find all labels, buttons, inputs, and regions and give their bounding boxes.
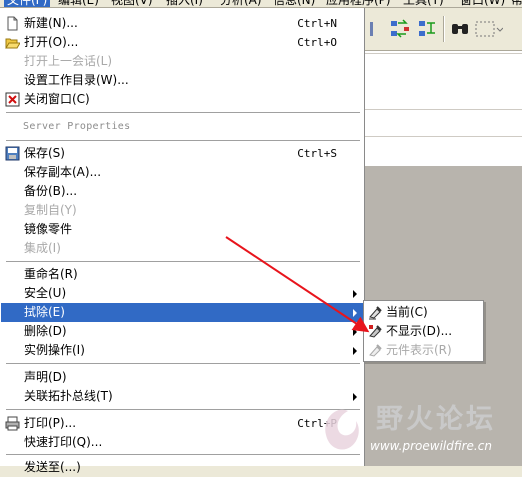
menu-item-label: 设置工作目录(W)... — [24, 73, 129, 87]
menu-file[interactable]: 文件(F) — [4, 0, 51, 7]
menu-item-shortcut: Ctrl+S — [297, 147, 337, 160]
menu-info[interactable]: 信息(N) — [273, 0, 315, 7]
menu-item-label: 保存(S) — [24, 146, 65, 160]
menu-item-label: 拭除(E) — [24, 305, 65, 319]
menu-item-label: 备份(B)... — [24, 184, 78, 198]
menu-item-label: 关闭窗口(C) — [24, 92, 90, 106]
watermark-logo-icon — [325, 409, 359, 450]
menu-item-send-to[interactable]: 发送至(...) — [1, 458, 363, 477]
save-disk-icon — [5, 146, 20, 161]
close-window-icon — [5, 92, 20, 107]
menu-item-quick-print[interactable]: 快速打印(Q)... — [1, 433, 363, 452]
menu-help[interactable]: 帮 — [511, 0, 522, 7]
menu-bar: 文件(F) 编辑(E) 视图(V) 插入(I) 分析(A) 信息(N) 应用程序… — [0, 0, 522, 8]
menu-item-save-copy[interactable]: 保存副本(A)... — [1, 163, 363, 182]
menu-item-label: 安全(U) — [24, 286, 67, 300]
menu-item-save[interactable]: 保存(S) Ctrl+S — [1, 144, 363, 163]
menu-analysis[interactable]: 分析(A) — [220, 0, 262, 7]
toolbar — [365, 8, 522, 51]
erase-not-displayed-icon — [368, 324, 383, 339]
menu-insert[interactable]: 插入(I) — [166, 0, 203, 7]
menu-item-label: 快速打印(Q)... — [24, 435, 103, 449]
section-heading-server-properties: Server Properties — [23, 121, 131, 132]
file-menu: 新建(N)... Ctrl+N 打开(O)... Ctrl+O 打开上一会话(L… — [0, 8, 365, 474]
watermark-url: www.proewildfire.cn — [370, 439, 492, 453]
submenu-arrow-icon — [353, 309, 357, 317]
workspace-rule — [365, 109, 522, 110]
menu-window[interactable]: 窗口(W) — [460, 0, 505, 7]
workspace-rule — [365, 136, 522, 137]
menu-item-delete[interactable]: 删除(D) — [1, 322, 363, 341]
menu-item-label: 关联拓扑总线(T) — [24, 389, 113, 403]
submenu-item-label: 不显示(D)... — [386, 324, 453, 338]
printer-icon — [5, 416, 20, 431]
open-folder-icon — [5, 35, 21, 50]
menu-item-erase[interactable]: 拭除(E) — [1, 303, 363, 322]
menu-item-shortcut: Ctrl+O — [297, 36, 337, 49]
menu-item-rename[interactable]: 重命名(R) — [1, 265, 363, 284]
menu-item-set-working-directory[interactable]: 设置工作目录(W)... — [1, 71, 363, 90]
toolbar-tree-icon[interactable] — [417, 18, 439, 40]
menu-item-label: 删除(D) — [24, 324, 67, 338]
menu-applications[interactable]: 应用程序(P) — [326, 0, 391, 7]
erase-submenu: 当前(C) 不显示(D)... 元件表示(R) — [363, 300, 484, 362]
menu-item-new[interactable]: 新建(N)... Ctrl+N — [1, 14, 363, 33]
menu-item-label: 打开(O)... — [24, 35, 79, 49]
menu-separator — [6, 261, 360, 262]
menu-item-label: 打印(P)... — [24, 416, 77, 430]
watermark: 野火论坛 www.proewildfire.cn — [322, 395, 522, 466]
workspace-rule — [365, 53, 522, 54]
menu-separator — [6, 112, 360, 113]
submenu-item-current[interactable]: 当前(C) — [364, 303, 483, 322]
menu-item-open-last-session: 打开上一会话(L) — [1, 52, 363, 71]
menu-item-label: 镜像零件 — [24, 222, 73, 236]
binoculars-icon[interactable] — [449, 18, 471, 40]
erase-current-icon — [368, 305, 383, 320]
menu-item-print[interactable]: 打印(P)... Ctrl+P — [1, 414, 363, 433]
menu-separator — [6, 363, 360, 364]
menu-item-label: 打开上一会话(L) — [24, 54, 113, 68]
selection-box-icon[interactable] — [473, 18, 504, 40]
menu-item-shortcut: Ctrl+N — [297, 17, 337, 30]
menu-item-label: 保存副本(A)... — [24, 165, 102, 179]
watermark-title: 野火论坛 — [376, 404, 496, 435]
menu-item-label: 重命名(R) — [24, 267, 78, 281]
menu-separator — [6, 140, 360, 141]
menu-item-label: 集成(I) — [24, 241, 61, 255]
submenu-item-label: 元件表示(R) — [386, 343, 452, 357]
submenu-arrow-icon — [353, 347, 357, 355]
menu-view[interactable]: 视图(V) — [111, 0, 153, 7]
toolbar-view-icon[interactable] — [367, 18, 389, 40]
menu-edit[interactable]: 编辑(E) — [58, 0, 99, 7]
menu-item-label: 新建(N)... — [24, 16, 78, 30]
new-file-icon — [5, 16, 20, 31]
menu-item-instance-operations[interactable]: 实例操作(I) — [1, 341, 363, 360]
menu-item-label: 声明(D) — [24, 370, 67, 384]
menu-separator — [6, 409, 360, 410]
toolbar-swap-icon[interactable] — [389, 18, 411, 40]
menu-item-label: 实例操作(I) — [24, 343, 85, 357]
menu-item-integrate: 集成(I) — [1, 239, 363, 258]
submenu-item-not-displayed[interactable]: 不显示(D)... — [364, 322, 483, 341]
menu-item-backup[interactable]: 备份(B)... — [1, 182, 363, 201]
menu-tools[interactable]: 工具(T) — [403, 0, 444, 7]
menu-item-security[interactable]: 安全(U) — [1, 284, 363, 303]
menu-item-mirror-part[interactable]: 镜像零件 — [1, 220, 363, 239]
submenu-arrow-icon — [353, 328, 357, 336]
menu-item-label: 发送至(...) — [24, 460, 81, 474]
submenu-arrow-icon — [353, 290, 357, 298]
toolbar-separator — [443, 16, 445, 42]
menu-separator — [6, 454, 360, 455]
component-representation-icon — [368, 343, 383, 358]
submenu-item-label: 当前(C) — [386, 305, 428, 319]
menu-item-declare[interactable]: 声明(D) — [1, 368, 363, 387]
menu-item-associative-topology-bus[interactable]: 关联拓扑总线(T) — [1, 387, 363, 406]
menu-item-label: 复制自(Y) — [24, 203, 77, 217]
menu-item-open[interactable]: 打开(O)... Ctrl+O — [1, 33, 363, 52]
submenu-item-component-representation: 元件表示(R) — [364, 341, 483, 360]
menu-item-copy-from: 复制自(Y) — [1, 201, 363, 220]
menu-item-close-window[interactable]: 关闭窗口(C) — [1, 90, 363, 109]
